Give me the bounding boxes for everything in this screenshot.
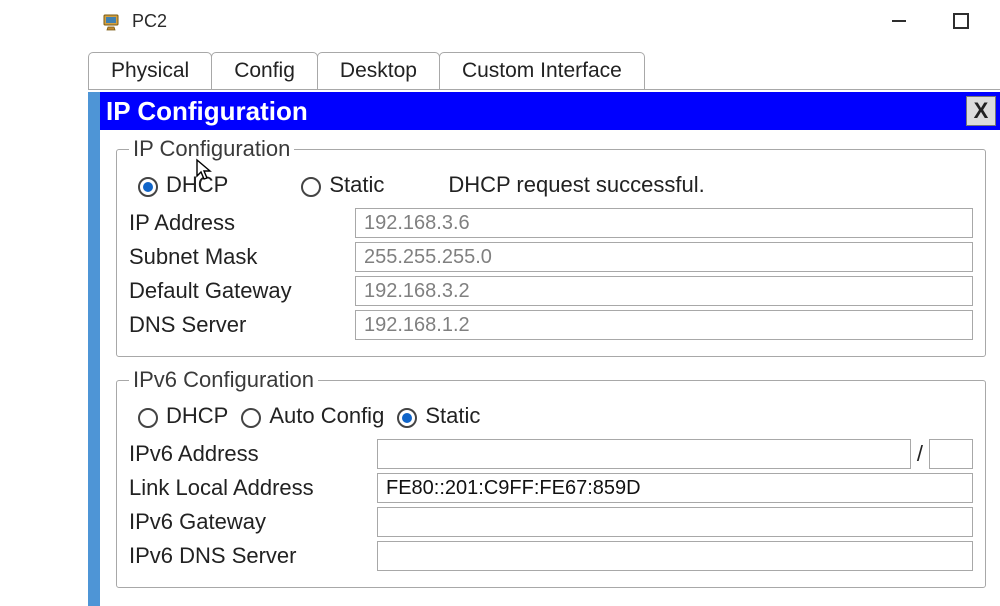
subnet-mask-label: Subnet Mask	[129, 244, 355, 270]
ip-address-input[interactable]	[355, 208, 973, 238]
default-gateway-label: Default Gateway	[129, 278, 355, 304]
link-local-input[interactable]	[377, 473, 973, 503]
minimize-button[interactable]	[888, 10, 910, 32]
ipv6-gateway-label: IPv6 Gateway	[129, 509, 377, 535]
ipv6-auto-radio[interactable]	[241, 408, 261, 428]
tab-desktop[interactable]: Desktop	[317, 52, 440, 89]
window-controls	[888, 10, 982, 32]
dhcp-status: DHCP request successful.	[448, 172, 704, 198]
panel-title: IP Configuration	[106, 96, 308, 127]
subnet-mask-row: Subnet Mask	[129, 242, 973, 272]
ipv6-prefix-slash: /	[915, 441, 925, 467]
ipv6-static-label: Static	[425, 403, 480, 429]
pc-icon	[102, 10, 124, 32]
close-icon: X	[974, 98, 989, 124]
dns-server-input[interactable]	[355, 310, 973, 340]
ipv6-address-input[interactable]	[377, 439, 911, 469]
ipv6-static-option[interactable]: Static	[392, 403, 480, 429]
ipv6-dns-label: IPv6 DNS Server	[129, 543, 377, 569]
tab-custom-interface[interactable]: Custom Interface	[439, 52, 645, 89]
ipv6-dns-row: IPv6 DNS Server	[129, 541, 973, 571]
tab-underline	[88, 89, 1000, 90]
ipv4-dhcp-label: DHCP	[166, 172, 228, 198]
ipv6-auto-label: Auto Config	[269, 403, 384, 429]
ipv4-dhcp-radio[interactable]	[138, 177, 158, 197]
window-title: PC2	[132, 11, 167, 32]
maximize-button[interactable]	[950, 10, 972, 32]
tab-physical[interactable]: Physical	[88, 52, 212, 89]
ipv6-prefix-input[interactable]	[929, 439, 973, 469]
ipv6-dhcp-radio[interactable]	[138, 408, 158, 428]
ipv6-fieldset: IPv6 Configuration DHCP Auto Config Stat…	[116, 367, 986, 588]
ipv6-static-radio[interactable]	[397, 408, 417, 428]
default-gateway-input[interactable]	[355, 276, 973, 306]
titlebar: PC2	[0, 0, 1000, 42]
ipv6-legend: IPv6 Configuration	[129, 367, 318, 393]
panel-close-button[interactable]: X	[966, 96, 996, 126]
ipv6-dhcp-label: DHCP	[166, 403, 228, 429]
ipv4-static-option[interactable]: Static	[296, 172, 384, 198]
dns-server-row: DNS Server	[129, 310, 973, 340]
link-local-label: Link Local Address	[129, 475, 377, 501]
ip-address-label: IP Address	[129, 210, 355, 236]
ip-address-row: IP Address	[129, 208, 973, 238]
ipv4-dhcp-option[interactable]: DHCP	[133, 172, 228, 198]
tab-config[interactable]: Config	[211, 52, 318, 89]
ipv6-address-row: IPv6 Address /	[129, 439, 973, 469]
ipv6-dhcp-option[interactable]: DHCP	[133, 403, 228, 429]
default-gateway-row: Default Gateway	[129, 276, 973, 306]
subnet-mask-input[interactable]	[355, 242, 973, 272]
pc2-window: PC2 Physical Config Desktop Custom Inter…	[0, 0, 1000, 606]
ipv6-gateway-row: IPv6 Gateway	[129, 507, 973, 537]
ipv6-auto-option[interactable]: Auto Config	[236, 403, 384, 429]
ipv4-fieldset: IP Configuration DHCP Static DHCP reques…	[116, 136, 986, 357]
ipv4-static-radio[interactable]	[301, 177, 321, 197]
panel-header: IP Configuration X	[100, 92, 1000, 130]
desktop-client: IP Configuration X IP Configuration DHCP…	[88, 92, 1000, 606]
tabstrip: Physical Config Desktop Custom Interface	[0, 46, 1000, 88]
dns-server-label: DNS Server	[129, 312, 355, 338]
ipv4-static-label: Static	[329, 172, 384, 198]
link-local-row: Link Local Address	[129, 473, 973, 503]
ipv4-mode-row: DHCP Static DHCP request successful.	[133, 172, 973, 198]
ipv6-mode-row: DHCP Auto Config Static	[133, 403, 973, 429]
ipv4-legend: IP Configuration	[129, 136, 294, 162]
ipv6-gateway-input[interactable]	[377, 507, 973, 537]
ipv6-dns-input[interactable]	[377, 541, 973, 571]
ipv6-address-label: IPv6 Address	[129, 441, 377, 467]
